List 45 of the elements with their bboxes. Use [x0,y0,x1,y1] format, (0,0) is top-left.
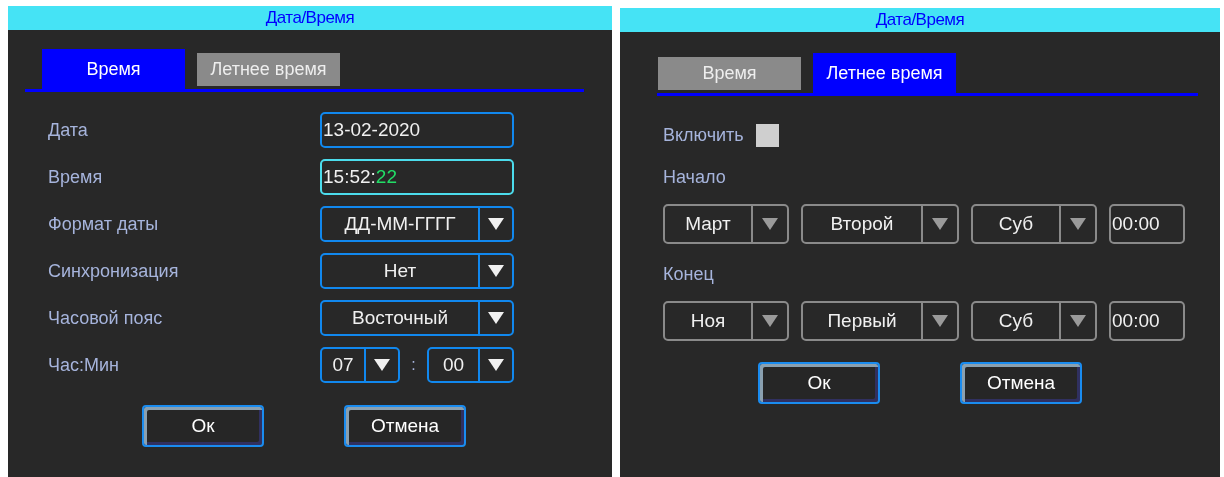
field-label: Дата [48,119,89,141]
caret-icon [374,359,390,371]
input-field[interactable]: 15:52:22 [320,159,514,195]
dropdown[interactable]: Нет [320,253,514,289]
caret-icon [1070,315,1086,327]
checkbox[interactable] [755,124,779,147]
field-label: Формат даты [48,213,160,235]
dialog-button[interactable]: Отмена [344,405,466,447]
section-label: Конец [663,264,715,285]
dropdown[interactable]: Суб [971,301,1097,341]
field-label: Синхронизация [48,260,180,282]
section-label: Начало [663,167,727,188]
caret-icon [488,218,504,230]
caret-icon [932,218,948,230]
checkbox-label: Включить [663,125,744,146]
time-field[interactable]: 00:00 [1109,204,1185,244]
caret-icon [1070,218,1086,230]
dialog-button[interactable]: Ок [758,362,880,404]
caret-icon [488,265,504,277]
dropdown[interactable]: Март [663,204,789,244]
separator-text: : [410,356,417,374]
dropdown[interactable]: Первый [801,301,959,341]
caret-icon [762,218,778,230]
dropdown[interactable]: 00 [427,347,514,383]
dialog-title: Дата/Время [265,8,355,28]
field-label: Часовой пояс [48,307,164,329]
field-label: Час:Мин [48,354,120,376]
tab[interactable]: Время [42,49,185,89]
caret-icon [488,359,504,371]
dropdown[interactable]: ДД-ММ-ГГГГ [320,206,514,242]
dropdown[interactable]: 07 [320,347,400,383]
dropdown[interactable]: Ноя [663,301,789,341]
time-field[interactable]: 00:00 [1109,301,1185,341]
dropdown[interactable]: Второй [801,204,959,244]
caret-icon [932,315,948,327]
caret-icon [762,315,778,327]
dropdown[interactable]: Восточный [320,300,514,336]
dialog-title: Дата/Время [875,10,965,30]
dialog-button[interactable]: Отмена [960,362,1082,404]
dropdown[interactable]: Суб [971,204,1097,244]
dialog-button[interactable]: Ок [142,405,264,447]
caret-icon [488,312,504,324]
tab[interactable]: Летнее время [813,53,956,93]
input-field[interactable]: 13-02-2020 [320,112,514,148]
field-label: Время [48,166,104,188]
